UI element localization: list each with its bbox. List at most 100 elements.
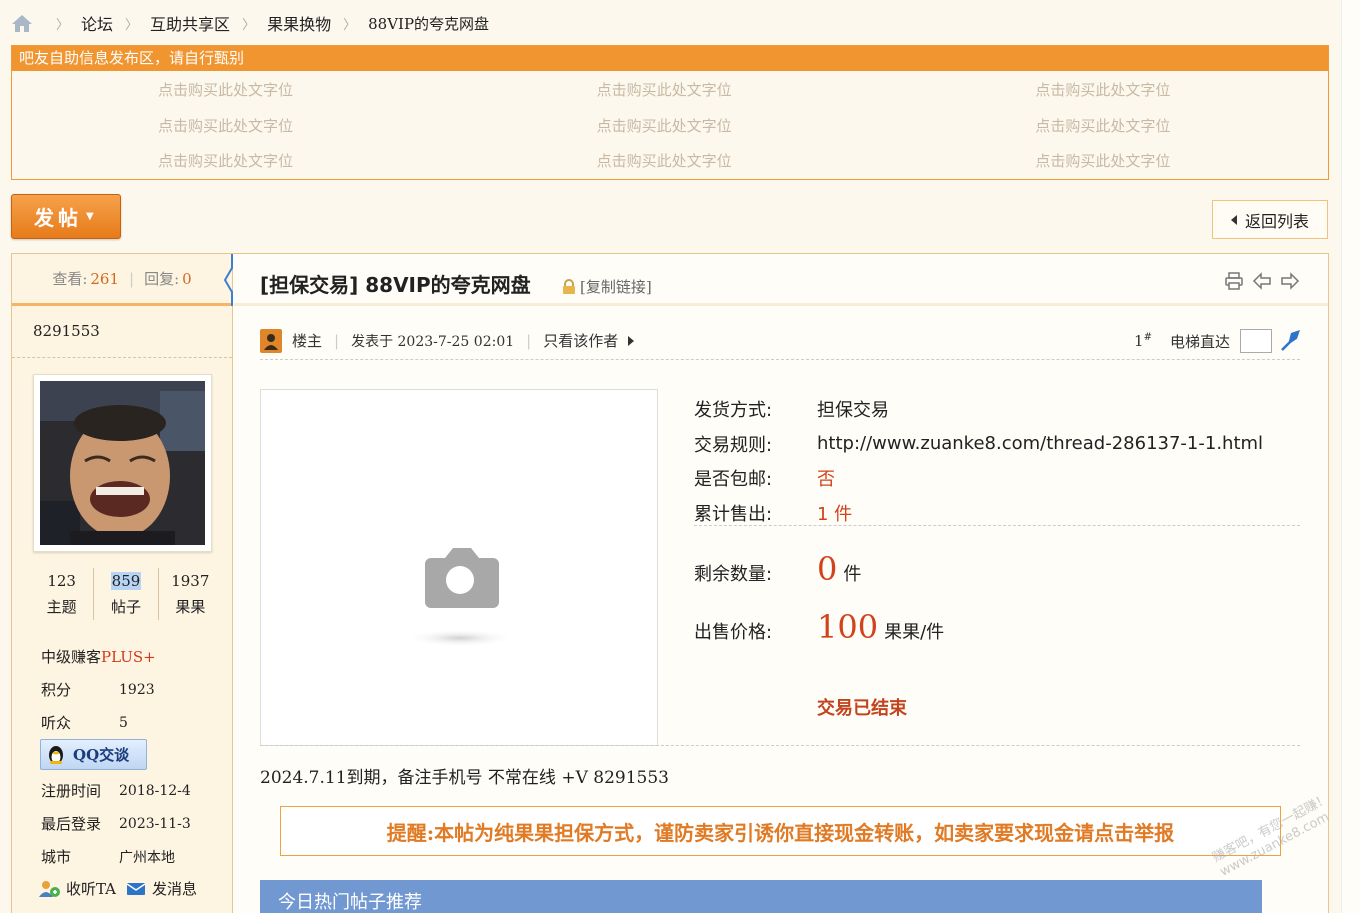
avatar[interactable]	[33, 374, 212, 552]
points-value: 1923	[119, 681, 155, 698]
send-message-label: 发消息	[152, 880, 198, 898]
floor-sup: #	[1143, 332, 1152, 343]
new-post-label: 发帖	[34, 206, 82, 230]
post-content: [担保交易] 88VIP的夸克网盘 [复制链接] 楼主 | 发表于 2023-7…	[234, 254, 1328, 913]
views-label: 查看:	[52, 270, 88, 288]
topics-count[interactable]: 123 主题	[30, 568, 93, 620]
caret-down-icon: ▼	[86, 211, 98, 222]
remaining-row: 剩余数量: 0 件	[694, 550, 861, 588]
views-count: 261	[90, 269, 120, 288]
lock-icon	[562, 278, 576, 295]
author-username[interactable]: 8291553	[12, 306, 232, 358]
remaining-unit: 件	[843, 564, 862, 585]
next-thread-icon[interactable]	[1280, 271, 1300, 291]
print-icon[interactable]	[1224, 271, 1244, 291]
rank-badge: PLUS+	[101, 647, 156, 666]
author-counts: 123 主题 859 帖子 1937 果果	[30, 568, 222, 620]
follow-label: 收听TA	[66, 880, 117, 898]
previous-thread-icon[interactable]	[1252, 271, 1272, 291]
posts-value: 859	[110, 572, 142, 590]
trade-details: 发货方式: 担保交易 交易规则: http://www.zuanke8.com/…	[694, 392, 1263, 530]
ad-slot[interactable]: 点击购买此处文字位	[889, 109, 1328, 145]
follow-button[interactable]: 收听TA	[38, 878, 116, 899]
only-author-link[interactable]: 只看该作者	[543, 330, 618, 351]
breadcrumb-current[interactable]: 88VIP的夸克网盘	[368, 13, 489, 34]
rules-link[interactable]: http://www.zuanke8.com/thread-286137-1-1…	[817, 433, 1263, 454]
report-warning-banner[interactable]: 提醒:本帖为纯果果担保方式，谨防卖家引诱你直接现金转账，如卖家要求现金请点击举报	[280, 806, 1281, 856]
ad-slot[interactable]: 点击购买此处文字位	[451, 144, 890, 180]
breadcrumb-share-zone[interactable]: 互助共享区	[150, 11, 230, 35]
breadcrumb-exchange[interactable]: 果果换物	[267, 11, 331, 35]
posts-label: 帖子	[110, 598, 141, 616]
post-tools	[1224, 271, 1300, 291]
followers-label: 听众	[41, 714, 72, 732]
stats-divider: |	[129, 269, 135, 288]
trade-divider	[694, 525, 1300, 526]
city-value: 广州本地	[119, 849, 175, 866]
post-title-bar: [担保交易] 88VIP的夸克网盘 [复制链接]	[234, 254, 1328, 306]
last-login-row: 最后登录 2023-11-3	[41, 807, 191, 840]
floor-jump-input[interactable]	[1240, 329, 1272, 353]
rules-label: 交易规则:	[694, 434, 773, 456]
ad-slot[interactable]: 点击购买此处文字位	[451, 73, 890, 109]
send-message-button[interactable]: 发消息	[126, 878, 197, 899]
ad-slot[interactable]: 点击购买此处文字位	[451, 109, 890, 145]
ad-slot[interactable]: 点击购买此处文字位	[889, 144, 1328, 180]
replies-count: 0	[182, 269, 192, 288]
breadcrumb-forum[interactable]: 论坛	[81, 11, 113, 35]
delivery-value: 担保交易	[817, 400, 889, 422]
trade-row-rules: 交易规则: http://www.zuanke8.com/thread-2861…	[694, 427, 1263, 462]
trade-row-delivery: 发货方式: 担保交易	[694, 392, 1263, 427]
breadcrumb: 〉 论坛 〉 互助共享区 〉 果果换物 〉 88VIP的夸克网盘	[10, 10, 489, 36]
ad-slot[interactable]: 点击购买此处文字位	[889, 73, 1328, 109]
home-icon[interactable]	[10, 13, 34, 33]
thread-container: 查看: 261 | 回复: 0 8291553 123 主题 859 帖子 19…	[11, 253, 1329, 913]
qq-chat-button[interactable]: QQ交谈	[40, 739, 147, 770]
coins-label: 果果	[175, 598, 206, 616]
ad-slot[interactable]: 点击购买此处文字位	[12, 73, 451, 109]
breadcrumb-separator: 〉	[56, 17, 70, 33]
ad-slot[interactable]: 点击购买此处文字位	[12, 109, 451, 145]
copy-link-button[interactable]: [复制链接]	[562, 276, 652, 297]
new-post-button[interactable]: 发帖 ▼	[11, 194, 121, 239]
content-divider	[260, 745, 1300, 746]
ad-slot[interactable]: 点击购买此处文字位	[12, 144, 451, 180]
page-scroll-edge	[1341, 0, 1360, 913]
posts-count[interactable]: 859 帖子	[93, 568, 157, 620]
breadcrumb-separator: 〉	[125, 17, 139, 33]
elevator-go-icon[interactable]	[1278, 330, 1300, 352]
remaining-value: 0	[817, 550, 838, 588]
replies-label: 回复:	[144, 270, 180, 288]
elevator-label: 电梯直达	[1169, 332, 1230, 351]
author-details: 注册时间 2018-12-4 最后登录 2023-11-3 城市 广州本地	[41, 774, 191, 873]
remaining-label: 剩余数量:	[694, 564, 773, 585]
back-to-list-button[interactable]: 返回列表	[1212, 200, 1328, 239]
city-row: 城市 广州本地	[41, 840, 191, 873]
register-row: 注册时间 2018-12-4	[41, 774, 191, 807]
author-actions: 收听TA 发消息	[38, 878, 207, 899]
points-row: 积分 1923	[41, 673, 156, 706]
post-title: [担保交易] 88VIP的夸克网盘	[260, 273, 531, 297]
post-meta: 楼主 | 发表于 2023-7-25 02:01 | 只看该作者 1# 电梯直达	[260, 322, 1300, 360]
last-login-date: 2023-11-3	[119, 815, 191, 832]
followers-row: 听众 5	[41, 706, 156, 739]
points-label: 积分	[41, 681, 72, 699]
register-date: 2018-12-4	[119, 782, 191, 799]
product-photo-placeholder	[260, 389, 658, 746]
topics-value: 123	[47, 572, 76, 590]
breadcrumb-separator: 〉	[242, 17, 256, 33]
envelope-icon	[126, 881, 146, 897]
author-badge-icon	[260, 328, 282, 353]
posted-time: 发表于 2023-7-25 02:01	[351, 333, 515, 350]
ad-panel-header: 吧友自助信息发布区，请自行甄别	[12, 46, 1328, 71]
city-label: 城市	[41, 848, 72, 866]
floor-number: 1#	[1134, 332, 1152, 350]
price-value: 100	[817, 608, 879, 646]
coins-count[interactable]: 1937 果果	[157, 568, 222, 620]
caret-right-icon	[628, 335, 635, 346]
price-row: 出售价格: 100 果果/件	[694, 608, 944, 646]
breadcrumb-separator: 〉	[343, 17, 357, 33]
author-tag: 楼主	[292, 332, 323, 350]
shipping-label: 是否包邮:	[694, 469, 773, 491]
qq-chat-label: QQ交谈	[73, 746, 130, 764]
